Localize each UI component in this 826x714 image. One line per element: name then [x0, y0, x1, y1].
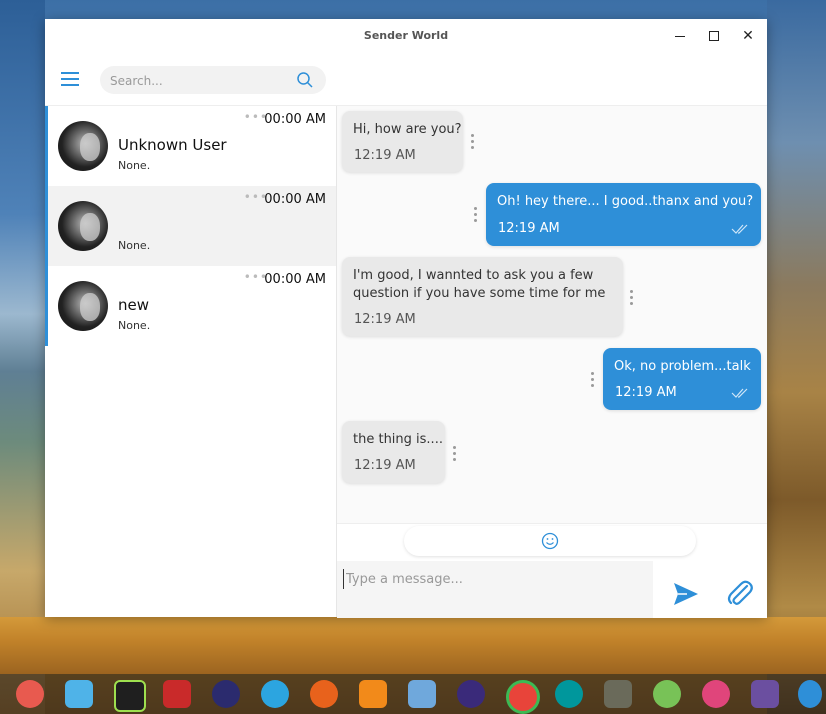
eclipse-icon[interactable] [212, 680, 240, 708]
incoming-message: I'm good, I wannted to ask you a few que… [342, 257, 623, 336]
menu-icon[interactable] [61, 72, 79, 86]
contact-item[interactable]: ••• 00:00 AM Unknown User None. [45, 106, 336, 186]
message-input[interactable] [343, 569, 648, 589]
pycharm-icon[interactable] [114, 680, 146, 712]
desktop-wallpaper-right [767, 0, 826, 714]
avatar [58, 121, 108, 171]
message-time: 12:19 AM [354, 458, 416, 473]
message-options-icon[interactable] [453, 446, 457, 464]
title-bar: Sender World ✕ [45, 19, 767, 53]
message-text: I'm good, I wannted to ask you a few que… [353, 267, 605, 303]
search-input[interactable] [108, 71, 292, 91]
maximize-button[interactable] [705, 27, 723, 45]
app-window: Sender World ✕ ••• 00:00 AM Unknown User… [45, 19, 767, 618]
message-text-line: question if you have some time for me [353, 286, 606, 301]
read-receipt-icon [731, 224, 748, 234]
avatar [58, 201, 108, 251]
archive-icon[interactable] [65, 680, 93, 708]
avatar [58, 281, 108, 331]
search-bar [100, 66, 326, 94]
send-icon[interactable] [673, 581, 699, 607]
message-time: 12:19 AM [354, 312, 416, 327]
message-options-icon[interactable] [474, 207, 478, 225]
message-text: Ok, no problem...talk [614, 359, 751, 374]
gimp-icon[interactable] [604, 680, 632, 708]
message-options-icon[interactable] [630, 290, 634, 308]
message-time: 12:19 AM [615, 385, 677, 400]
filezilla-icon[interactable] [163, 680, 191, 708]
outgoing-message: Ok, no problem...talk 12:19 AM [603, 348, 761, 410]
app-launcher-icon[interactable] [16, 680, 44, 708]
contact-preview: None. [118, 159, 151, 172]
message-time: 12:19 AM [498, 221, 560, 236]
contact-item[interactable]: ••• 00:00 AM new None. [45, 266, 336, 346]
incoming-message: the thing is.... 12:19 AM [342, 421, 445, 483]
message-text: Hi, how are you? [353, 122, 462, 137]
desktop-wallpaper-left [0, 0, 45, 714]
contact-list: ••• 00:00 AM Unknown User None. ••• 00:0… [45, 106, 337, 617]
android-studio-icon[interactable] [653, 680, 681, 708]
message-text: the thing is.... [353, 432, 443, 447]
message-options-icon[interactable] [471, 134, 475, 152]
incoming-message: Hi, how are you? 12:19 AM [342, 111, 463, 172]
taskbar [0, 674, 826, 714]
telegram-icon[interactable] [261, 680, 289, 708]
desktop-wallpaper-bottom [0, 617, 826, 674]
window-title: Sender World [363, 29, 449, 42]
app-header [45, 53, 767, 106]
contact-preview: None. [118, 319, 151, 332]
attach-icon[interactable] [727, 580, 753, 608]
chrome-icon[interactable] [506, 680, 540, 714]
virtualbox-icon[interactable] [408, 680, 436, 708]
contact-name: Unknown User [118, 136, 227, 154]
sublime-icon[interactable] [359, 680, 387, 708]
message-time: 12:19 AM [354, 148, 416, 163]
arduino-icon[interactable] [555, 680, 583, 708]
settings-icon[interactable] [702, 680, 730, 708]
message-list: Hi, how are you? 12:19 AM Oh! hey there.… [337, 106, 767, 523]
read-receipt-icon [731, 388, 748, 398]
composer [337, 523, 767, 618]
contact-name: new [118, 296, 150, 314]
outgoing-message: Oh! hey there... I good..thanx and you? … [486, 183, 761, 246]
search-icon[interactable] [296, 71, 314, 89]
contact-preview: None. [118, 239, 151, 252]
software-center-icon[interactable] [751, 680, 779, 708]
message-text-line: I'm good, I wannted to ask you a few [353, 268, 594, 283]
contact-item[interactable]: ••• 00:00 AM None. [45, 186, 336, 266]
contact-time: 00:00 AM [264, 192, 326, 207]
message-options-icon[interactable] [591, 372, 595, 390]
emoji-icon[interactable] [541, 532, 559, 550]
eclipse-ide-icon[interactable] [457, 680, 485, 708]
contact-time: 00:00 AM [264, 272, 326, 287]
close-button[interactable]: ✕ [739, 27, 757, 45]
system-monitor-icon[interactable] [798, 680, 822, 708]
contact-time: 00:00 AM [264, 112, 326, 127]
message-input-area [337, 561, 653, 618]
minimize-button[interactable] [671, 27, 689, 45]
firefox-icon[interactable] [310, 680, 338, 708]
message-text: Oh! hey there... I good..thanx and you? [497, 194, 754, 209]
emoji-bar [404, 526, 696, 556]
